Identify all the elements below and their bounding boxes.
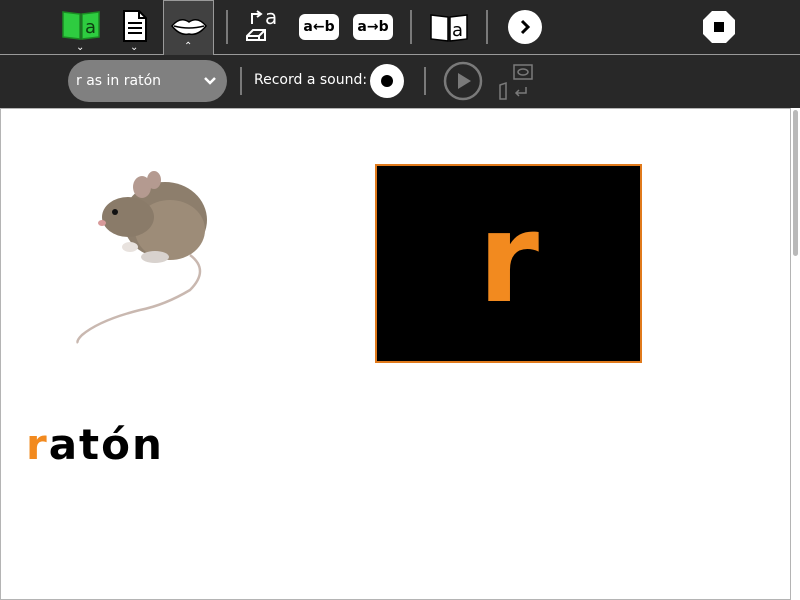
next-button[interactable] <box>508 10 542 44</box>
book-icon: a <box>430 14 468 42</box>
svg-text:a: a <box>452 20 463 41</box>
document-icon <box>123 10 147 42</box>
toolbar-separator <box>226 10 228 44</box>
svg-text:a: a <box>265 6 277 29</box>
big-letter: r <box>477 186 540 331</box>
a-to-b-button[interactable]: a←b <box>299 14 339 40</box>
save-sound-button[interactable] <box>496 61 536 101</box>
record-icon <box>381 75 393 87</box>
lips-button[interactable] <box>168 12 210 40</box>
svg-text:a: a <box>85 17 96 38</box>
save-sound-icon <box>499 64 533 100</box>
b-from-a-label: a→b <box>357 19 389 35</box>
toolbar-separator <box>486 10 488 44</box>
letter-display: r <box>375 164 642 363</box>
chevron-down-icon <box>204 77 216 85</box>
word-highlighted-letter: r <box>26 420 49 469</box>
document-button[interactable] <box>118 8 152 44</box>
example-word: ratón <box>26 420 164 469</box>
word-rest: atón <box>48 420 164 469</box>
b-from-a-button[interactable]: a→b <box>353 14 393 40</box>
vertical-scrollbar[interactable] <box>791 108 800 600</box>
letter-insert-icon: a <box>246 6 277 41</box>
next-icon <box>520 19 531 35</box>
toolbar-separator <box>410 10 412 44</box>
lips-collapse-icon[interactable]: ⌃ <box>184 42 192 52</box>
a-to-b-label: a←b <box>303 19 335 35</box>
document-dropdown-icon[interactable]: ⌄ <box>130 43 138 53</box>
letter-select-combo[interactable]: r as in ratón <box>68 60 227 102</box>
stop-icon <box>703 11 735 43</box>
toolbar-separator <box>424 67 426 95</box>
scrollbar-thumb[interactable] <box>793 110 798 256</box>
read-activity-icon: a <box>62 11 100 40</box>
record-sound-label: Record a sound: <box>254 72 368 88</box>
toolbar-separator <box>240 67 242 95</box>
stop-button[interactable] <box>702 10 736 44</box>
read-activity-dropdown-icon[interactable]: ⌄ <box>76 43 84 53</box>
main-toolbar: a ⌄ ⌄ ⌃ a a←b a→b a <box>0 0 800 56</box>
read-activity-button[interactable]: a <box>60 8 102 42</box>
play-icon <box>443 61 483 101</box>
mouse-image <box>76 171 207 344</box>
letter-select-value: r as in ratón <box>76 73 162 89</box>
letter-insert-button[interactable]: a <box>244 6 282 46</box>
lips-icon <box>171 19 207 36</box>
record-button[interactable] <box>370 64 404 98</box>
book-button[interactable]: a <box>428 10 470 44</box>
play-button[interactable] <box>442 61 484 101</box>
